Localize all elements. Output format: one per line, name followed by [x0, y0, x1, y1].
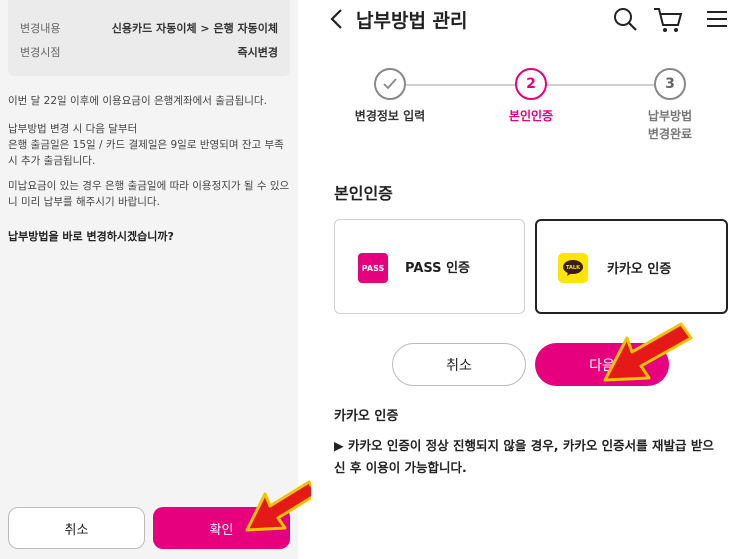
- cart-icon[interactable]: [653, 6, 683, 34]
- summary-value: 신용카드 자동이체 > 은행 자동이체: [111, 22, 278, 35]
- summary-key: 변경시점: [20, 46, 61, 59]
- step-2-label: 본인인증: [508, 109, 554, 123]
- notice-unpaid: 미납요금이 있는 경우 은행 출금일에 따라 이용정지가 될 수 있으니 미리 …: [8, 180, 290, 208]
- step-connector: [547, 84, 654, 86]
- payment-method-screen: 납부방법 관리 2 3 변경정보 입력 본인인증 납부방법 변경완료 본인인증 …: [311, 0, 735, 559]
- summary-value: 즉시변경: [237, 46, 278, 59]
- confirm-panel: 변경내용 신용카드 자동이체 > 은행 자동이체 변경시점 즉시변경 이번 달 …: [0, 0, 319, 559]
- cancel-button[interactable]: 취소: [8, 507, 145, 549]
- cancel-button[interactable]: 취소: [392, 343, 526, 386]
- page-title: 납부방법 관리: [356, 10, 468, 32]
- summary-key: 변경내용: [20, 22, 61, 35]
- check-icon: [383, 78, 397, 90]
- pass-logo: PASS: [358, 253, 388, 283]
- step-3-label: 납부방법 변경완료: [647, 109, 693, 141]
- step-connector: [406, 84, 515, 86]
- info-text: ▶ 카카오 인증이 정상 진행되지 않을 경우, 카카오 인증서를 재발급 받으…: [334, 438, 714, 475]
- step-1-done: [374, 68, 406, 100]
- pass-auth-label: PASS 인증: [405, 261, 470, 276]
- pointer-arrow-icon: [603, 322, 693, 382]
- back-arrow-icon[interactable]: [329, 7, 345, 31]
- notice-schedule: 납부방법 변경 시 다음 달부터 은행 출금일은 15일 / 카드 결제일은 9…: [8, 123, 284, 167]
- step-3-pending: 3: [654, 68, 686, 100]
- info-title: 카카오 인증: [334, 409, 399, 424]
- confirm-question: 납부방법을 바로 변경하시겠습니까?: [8, 230, 174, 243]
- pass-auth-option[interactable]: PASS PASS 인증: [334, 219, 525, 314]
- search-icon[interactable]: [612, 6, 638, 32]
- section-title: 본인인증: [334, 184, 393, 203]
- talk-logo-text: TALK: [566, 265, 581, 271]
- top-bar: 납부방법 관리: [311, 0, 735, 40]
- kakao-auth-option[interactable]: TALK 카카오 인증: [535, 219, 728, 314]
- step-1-label: 변경정보 입력: [354, 109, 426, 123]
- kakao-talk-icon: TALK: [558, 253, 588, 283]
- change-summary: 변경내용 신용카드 자동이체 > 은행 자동이체 변경시점 즉시변경: [8, 0, 290, 76]
- talk-bubble-icon: TALK: [563, 260, 583, 276]
- notice-withdrawal: 이번 달 22일 이후에 이용요금이 은행계좌에서 출금됩니다.: [8, 95, 267, 107]
- menu-icon[interactable]: [706, 9, 728, 29]
- kakao-auth-label: 카카오 인증: [607, 262, 672, 277]
- step-2-active: 2: [515, 68, 547, 100]
